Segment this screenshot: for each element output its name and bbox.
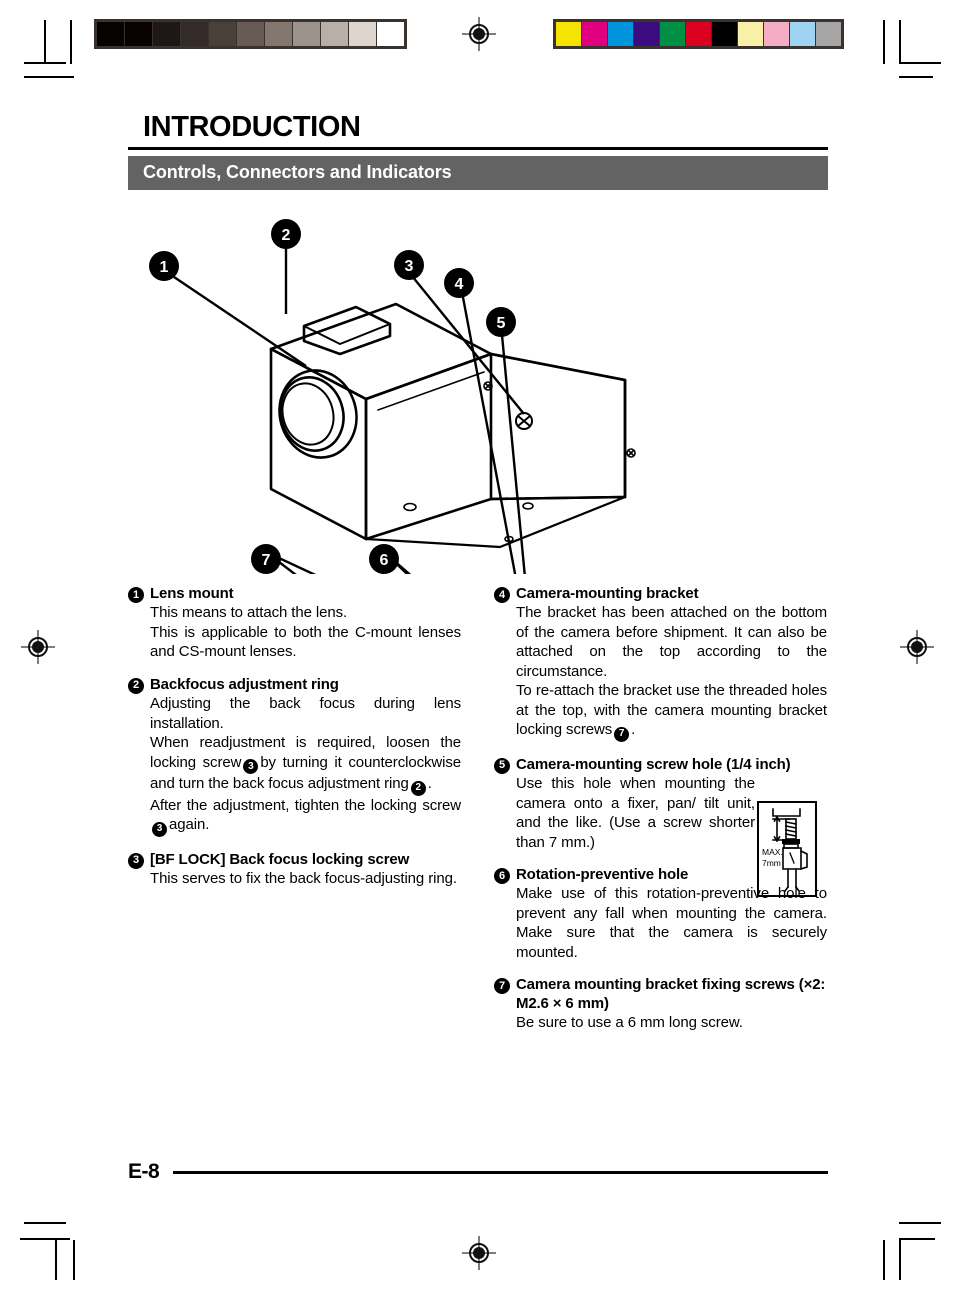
gray-swatch-7 — [293, 22, 320, 46]
color-swatch-8 — [764, 22, 789, 46]
color-swatch-1 — [582, 22, 607, 46]
color-swatch-2 — [608, 22, 633, 46]
text-fragment: To re-attach the bracket use the threade… — [516, 682, 827, 739]
svg-text:1: 1 — [160, 259, 169, 276]
inline-number-badge: 7 — [614, 726, 630, 742]
gray-swatch-10 — [377, 22, 404, 46]
item-number-badge: 6 — [494, 868, 510, 885]
svg-text:2: 2 — [282, 227, 291, 244]
gray-swatch-2 — [153, 22, 180, 46]
grayscale-calibration-strip — [94, 19, 407, 49]
item-number-badge: 3 — [128, 852, 144, 869]
item-rotation-preventive-hole: 6 Rotation-preventive hole Make use of t… — [494, 865, 827, 962]
item-number-badge: 2 — [128, 677, 144, 694]
item-camera-mounting-screw-hole: 5 Camera-mounting screw hole (1/4 inch) … — [494, 755, 827, 897]
item-paragraph: Adjusting the back focus during lens ins… — [150, 695, 461, 732]
page-number: E-8 — [128, 1160, 160, 1183]
item-paragraph: Be sure to use a 6 mm long screw. — [516, 1014, 743, 1032]
item-paragraph: The bracket has been attached on the bot… — [516, 604, 827, 680]
page-content: INTRODUCTION Controls, Connectors and In… — [128, 112, 828, 1046]
item-title: [BF LOCK] Back focus locking screw — [150, 850, 410, 868]
title-divider — [128, 147, 828, 151]
page-title: INTRODUCTION — [143, 111, 361, 143]
item-paragraph: Make use of this rotation-preventive hol… — [516, 885, 827, 961]
item-backfocus-adjustment-ring: 2 Backfocus adjustment ring Adjusting th… — [128, 675, 461, 837]
gray-swatch-0 — [97, 22, 124, 46]
item-title: Rotation-preventive hole — [516, 866, 689, 884]
item-number-badge: 4 — [494, 587, 510, 604]
inline-number-badge: 2 — [410, 780, 426, 796]
registration-target-right — [900, 630, 934, 664]
item-paragraph: This is applicable to both the C-mount l… — [150, 623, 461, 661]
section-heading: Controls, Connectors and Indicators — [128, 156, 828, 191]
callout-3: 3 — [394, 250, 424, 281]
camera-diagram: 1 2 3 4 5 7 6 — [128, 214, 828, 575]
description-columns: 1 Lens mount This means to attach the le… — [128, 584, 828, 1045]
svg-text:5: 5 — [497, 315, 506, 332]
item-title: Camera mounting bracket fixing screws — [516, 976, 795, 994]
registration-target-left — [21, 630, 55, 664]
svg-text:6: 6 — [380, 552, 389, 569]
color-swatch-7 — [738, 22, 763, 46]
item-paragraph-with-badges: After the adjustment, tighten the lockin… — [150, 796, 461, 837]
color-swatch-4 — [660, 22, 685, 46]
callout-5: 5 — [486, 307, 516, 338]
callout-2: 2 — [271, 219, 301, 250]
item-paragraph: This means to attach the lens. — [150, 604, 348, 622]
item-back-focus-locking-screw: 3 [BF LOCK] Back focus locking screw Thi… — [128, 850, 461, 889]
registration-target-top — [462, 17, 496, 51]
color-swatch-9 — [790, 22, 815, 46]
item-title: Lens mount — [150, 585, 234, 603]
color-swatch-6 — [712, 22, 737, 46]
left-column: 1 Lens mount This means to attach the le… — [128, 584, 461, 1045]
item-number-badge: 5 — [494, 757, 510, 774]
gray-swatch-8 — [321, 22, 348, 46]
item-camera-mounting-bracket: 4 Camera-mounting bracket The bracket ha… — [494, 584, 827, 742]
gray-swatch-3 — [181, 22, 208, 46]
color-swatch-5 — [686, 22, 711, 46]
item-title: Camera-mounting bracket — [516, 585, 699, 603]
item-paragraph: This serves to fix the back focus-adjust… — [150, 869, 457, 887]
color-swatch-0 — [556, 22, 581, 46]
inline-number-badge: 3 — [243, 759, 259, 775]
gray-swatch-6 — [265, 22, 292, 46]
item-paragraph-with-badges: To re-attach the bracket use the threade… — [516, 681, 827, 742]
right-column: 4 Camera-mounting bracket The bracket ha… — [494, 584, 827, 1045]
text-fragment: . — [427, 775, 432, 793]
item-bracket-fixing-screws: 7 Camera mounting bracket fixing screws … — [494, 975, 827, 1033]
item-lens-mount: 1 Lens mount This means to attach the le… — [128, 584, 461, 662]
svg-text:4: 4 — [455, 276, 464, 293]
svg-text:7: 7 — [262, 552, 271, 569]
gray-swatch-9 — [349, 22, 376, 46]
inset-max-label: MAX. — [762, 847, 783, 857]
color-swatch-3 — [634, 22, 659, 46]
page-footer: E-8 — [128, 1160, 828, 1184]
text-fragment: again. — [169, 816, 210, 834]
item-title: Camera-mounting screw hole (1/4 inch) — [516, 755, 791, 773]
item-title: Backfocus adjustment ring — [150, 675, 339, 693]
callout-1: 1 — [149, 251, 179, 282]
item-number-badge: 7 — [494, 978, 510, 995]
callout-6: 6 — [369, 544, 399, 575]
text-fragment: . — [631, 721, 636, 739]
gray-swatch-5 — [237, 22, 264, 46]
gray-swatch-1 — [125, 22, 152, 46]
registration-target-bottom — [462, 1236, 496, 1270]
gray-swatch-4 — [209, 22, 236, 46]
color-calibration-strip — [553, 19, 844, 49]
color-swatch-10 — [816, 22, 841, 46]
callout-7: 7 — [251, 544, 281, 575]
callout-4: 4 — [444, 268, 474, 299]
text-fragment: After the adjustment, tighten the lockin… — [150, 796, 461, 814]
inline-number-badge: 3 — [152, 821, 167, 837]
svg-text:3: 3 — [405, 258, 414, 275]
item-number-badge: 1 — [128, 587, 144, 604]
footer-divider — [173, 1170, 828, 1174]
item-paragraph-with-badges: When readjustment is required, loosen th… — [150, 733, 461, 796]
